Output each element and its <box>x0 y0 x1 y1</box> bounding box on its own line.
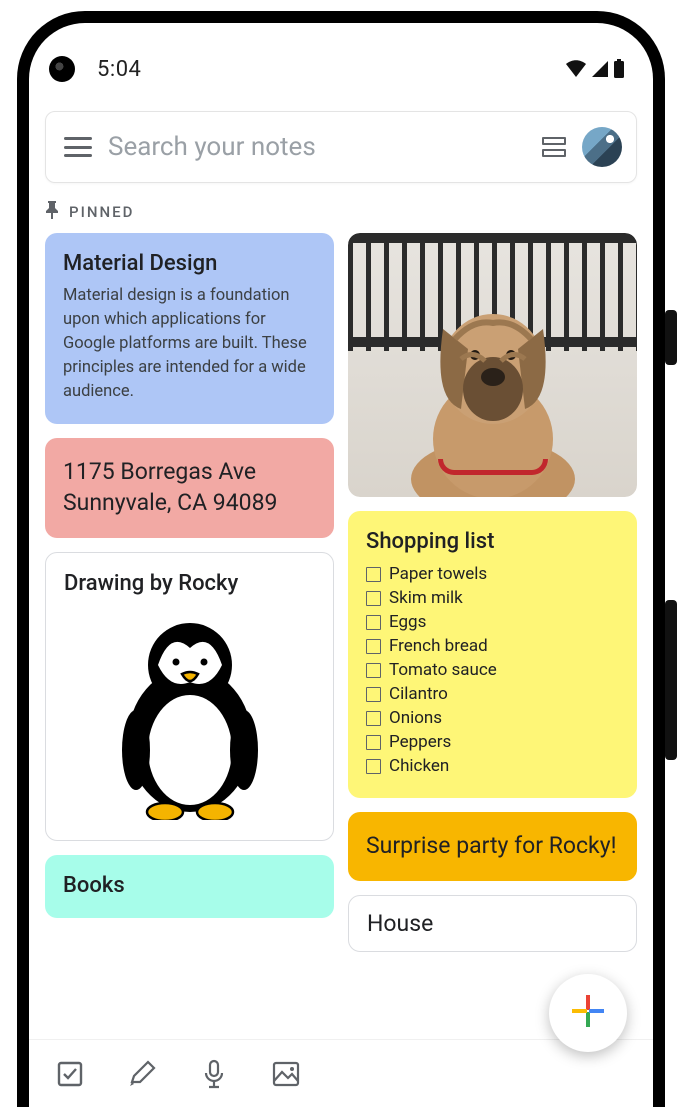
pinned-label: PINNED <box>69 203 134 221</box>
checkbox-icon[interactable] <box>366 591 381 606</box>
shopping-item[interactable]: Cilantro <box>366 682 619 706</box>
shopping-item[interactable]: French bread <box>366 634 619 658</box>
shopping-item[interactable]: Skim milk <box>366 586 619 610</box>
note-body: Material design is a foundation upon whi… <box>63 284 316 404</box>
checkbox-icon[interactable] <box>366 639 381 654</box>
shopping-item[interactable]: Eggs <box>366 610 619 634</box>
note-title: House <box>367 908 618 939</box>
wifi-icon <box>565 60 587 78</box>
shopping-item-label: Eggs <box>389 612 426 632</box>
search-bar[interactable]: Search your notes <box>45 111 637 183</box>
shopping-items: Paper towels Skim milk Eggs French bread Tom… <box>366 562 619 778</box>
menu-icon[interactable] <box>64 137 92 157</box>
note-drawing[interactable]: Drawing by Rocky <box>45 552 334 841</box>
pinned-section-header: PINNED <box>45 201 637 223</box>
note-shopping-list[interactable]: Shopping list Paper towels Skim milk Eggs F… <box>348 511 637 798</box>
checkbox-icon[interactable] <box>366 615 381 630</box>
note-title: Material Design <box>63 251 316 276</box>
battery-icon <box>613 59 625 79</box>
shopping-item[interactable]: Chicken <box>366 754 619 778</box>
new-image-button[interactable] <box>271 1059 301 1089</box>
status-bar: 5:04 <box>29 45 653 93</box>
shopping-item-label: Chicken <box>389 756 449 776</box>
note-body: 1175 Borregas Ave Sunnyvale, CA 94089 <box>63 456 316 518</box>
note-address[interactable]: 1175 Borregas Ave Sunnyvale, CA 94089 <box>45 438 334 538</box>
status-clock: 5:04 <box>97 57 141 82</box>
shopping-item-label: Cilantro <box>389 684 448 704</box>
shopping-item[interactable]: Onions <box>366 706 619 730</box>
device-side-button-large <box>665 600 677 760</box>
new-drawing-button[interactable] <box>127 1059 157 1089</box>
checkbox-icon[interactable] <box>366 663 381 678</box>
pin-icon <box>45 201 59 223</box>
note-title: Drawing by Rocky <box>64 571 315 596</box>
note-photo-dog[interactable] <box>348 233 637 497</box>
note-surprise-party[interactable]: Surprise party for Rocky! <box>348 812 637 881</box>
shopping-item-label: Peppers <box>389 732 451 752</box>
shopping-item[interactable]: Peppers <box>366 730 619 754</box>
shopping-item-label: Paper towels <box>389 564 487 584</box>
shopping-item[interactable]: Tomato sauce <box>366 658 619 682</box>
checkbox-icon[interactable] <box>366 711 381 726</box>
search-input[interactable]: Search your notes <box>108 132 526 162</box>
front-camera <box>49 56 75 82</box>
new-note-fab[interactable] <box>549 974 627 1052</box>
account-avatar[interactable] <box>582 127 622 167</box>
note-material-design[interactable]: Material Design Material design is a fou… <box>45 233 334 424</box>
drawing-penguin <box>64 604 315 820</box>
layout-toggle-icon[interactable] <box>542 137 566 157</box>
new-audio-button[interactable] <box>199 1059 229 1089</box>
shopping-item-label: French bread <box>389 636 488 656</box>
shopping-item-label: Skim milk <box>389 588 463 608</box>
shopping-item-label: Onions <box>389 708 442 728</box>
note-title: Surprise party for Rocky! <box>366 830 619 861</box>
checkbox-icon[interactable] <box>366 735 381 750</box>
note-title: Shopping list <box>366 529 619 554</box>
cellular-icon <box>591 60 609 78</box>
checkbox-icon[interactable] <box>366 567 381 582</box>
device-side-button-small <box>665 310 677 365</box>
note-house[interactable]: House <box>348 895 637 952</box>
new-list-button[interactable] <box>55 1059 85 1089</box>
bottom-toolbar <box>29 1039 653 1107</box>
checkbox-icon[interactable] <box>366 759 381 774</box>
checkbox-icon[interactable] <box>366 687 381 702</box>
shopping-item-label: Tomato sauce <box>389 660 497 680</box>
plus-icon <box>569 992 607 1034</box>
shopping-item[interactable]: Paper towels <box>366 562 619 586</box>
note-title: Books <box>63 873 316 898</box>
note-books[interactable]: Books <box>45 855 334 918</box>
